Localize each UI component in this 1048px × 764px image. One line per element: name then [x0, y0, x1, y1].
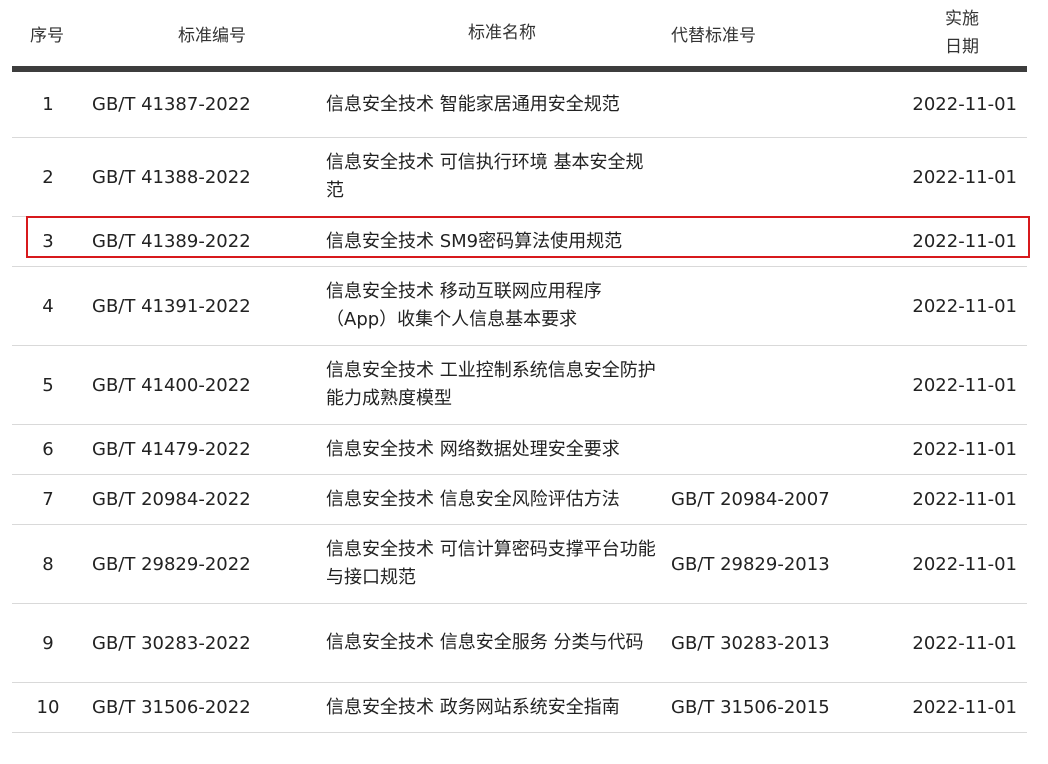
- row-replaces: GB/T 29829-2013: [671, 553, 830, 575]
- row-date: 2022-11-01: [912, 231, 1017, 252]
- standards-table: 序号 标准编号 标准名称 代替标准号 实施 日期 1 GB/T 41387-20…: [12, 0, 1027, 733]
- row-date: 2022-11-01: [912, 374, 1017, 396]
- row-no: 4: [42, 295, 54, 317]
- table-row: 10 GB/T 31506-2022 信息安全技术 政务网站系统安全指南 GB/…: [12, 683, 1027, 733]
- row-replaces: [671, 267, 891, 345]
- row-date: 2022-11-01: [912, 632, 1017, 654]
- row-no: 3: [42, 231, 54, 252]
- row-replaces: [671, 84, 891, 125]
- table-row: 9 GB/T 30283-2022 信息安全技术 信息安全服务 分类与代码 GB…: [12, 604, 1027, 683]
- row-code: GB/T 31506-2022: [92, 697, 251, 718]
- row-date: 2022-11-01: [912, 94, 1017, 115]
- row-no: 2: [42, 166, 54, 188]
- row-name: 信息安全技术 信息安全服务 分类与代码: [326, 632, 644, 653]
- row-code: GB/T 30283-2022: [92, 632, 251, 654]
- row-name: 信息安全技术 政务网站系统安全指南: [326, 696, 620, 718]
- row-no: 10: [36, 697, 60, 718]
- row-no: 9: [42, 632, 54, 654]
- row-code: GB/T 20984-2022: [92, 489, 251, 510]
- row-code: GB/T 41387-2022: [92, 94, 251, 115]
- row-date: 2022-11-01: [912, 439, 1017, 460]
- row-replaces: [671, 346, 891, 424]
- header-date-line1: 实施: [945, 9, 979, 29]
- row-code: GB/T 29829-2022: [92, 553, 251, 575]
- header-date-line2: 日期: [945, 37, 979, 57]
- row-replaces: [671, 217, 891, 266]
- row-no: 8: [42, 553, 54, 575]
- row-date: 2022-11-01: [912, 295, 1017, 317]
- row-replaces: [671, 425, 891, 474]
- row-name: 信息安全技术 信息安全风险评估方法: [326, 488, 620, 510]
- row-name: 信息安全技术 工业控制系统信息安全防护能力成熟度模型: [326, 360, 656, 409]
- table-row: 8 GB/T 29829-2022 信息安全技术 可信计算密码支撑平台功能与接口…: [12, 525, 1027, 604]
- row-date: 2022-11-01: [912, 553, 1017, 575]
- row-no: 7: [42, 489, 54, 510]
- table-row: 4 GB/T 41391-2022 信息安全技术 移动互联网应用程序（App）收…: [12, 267, 1027, 346]
- table-header: 序号 标准编号 标准名称 代替标准号 实施 日期: [12, 0, 1027, 66]
- row-replaces: GB/T 30283-2013: [671, 632, 830, 654]
- row-name: 信息安全技术 可信计算密码支撑平台功能与接口规范: [326, 539, 656, 588]
- row-code: GB/T 41479-2022: [92, 439, 251, 460]
- row-name: 信息安全技术 可信执行环境 基本安全规范: [326, 152, 644, 201]
- row-code: GB/T 41388-2022: [92, 166, 251, 188]
- header-no: 序号: [30, 25, 64, 46]
- header-replaces: 代替标准号: [671, 25, 756, 46]
- header-code: 标准编号: [178, 25, 246, 46]
- row-replaces: [671, 138, 891, 216]
- row-no: 6: [42, 439, 54, 460]
- row-code: GB/T 41391-2022: [92, 295, 251, 317]
- table-row: 1 GB/T 41387-2022 信息安全技术 智能家居通用安全规范 2022…: [12, 72, 1027, 138]
- row-no: 1: [42, 94, 54, 115]
- row-replaces: GB/T 20984-2007: [671, 489, 830, 510]
- row-name: 信息安全技术 移动互联网应用程序（App）收集个人信息基本要求: [326, 281, 602, 330]
- row-date: 2022-11-01: [912, 697, 1017, 718]
- row-code: GB/T 41400-2022: [92, 374, 251, 396]
- table-row: 7 GB/T 20984-2022 信息安全技术 信息安全风险评估方法 GB/T…: [12, 475, 1027, 525]
- header-name: 标准名称: [468, 23, 536, 43]
- table-row: 6 GB/T 41479-2022 信息安全技术 网络数据处理安全要求 2022…: [12, 425, 1027, 475]
- row-date: 2022-11-01: [912, 166, 1017, 188]
- row-name: 信息安全技术 SM9密码算法使用规范: [326, 230, 623, 252]
- table-row: 2 GB/T 41388-2022 信息安全技术 可信执行环境 基本安全规范 2…: [12, 138, 1027, 217]
- row-no: 5: [42, 374, 54, 396]
- row-code: GB/T 41389-2022: [92, 231, 251, 252]
- row-replaces: GB/T 31506-2015: [671, 697, 830, 718]
- row-name: 信息安全技术 智能家居通用安全规范: [326, 93, 620, 115]
- row-name: 信息安全技术 网络数据处理安全要求: [326, 438, 620, 460]
- table-row: 3 GB/T 41389-2022 信息安全技术 SM9密码算法使用规范 202…: [12, 217, 1027, 267]
- table-row: 5 GB/T 41400-2022 信息安全技术 工业控制系统信息安全防护能力成…: [12, 346, 1027, 425]
- header-date: 实施 日期: [922, 0, 1002, 66]
- row-date: 2022-11-01: [912, 489, 1017, 510]
